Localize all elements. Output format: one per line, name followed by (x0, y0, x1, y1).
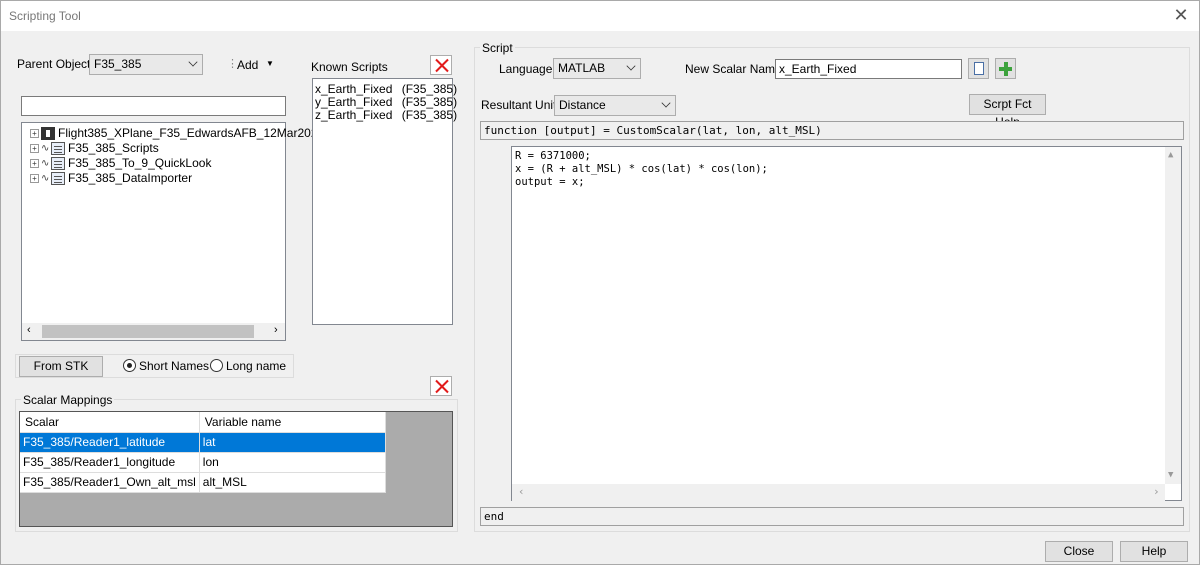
scripting-tool-window: Scripting Tool ✕ Parent Object F35_385 ⋮… (0, 0, 1200, 565)
tree-item-dataimporter[interactable]: + ∿ F35_385_DataImporter (30, 171, 192, 186)
scalar-mappings-table: Scalar Variable name F35_385/Reader1_lat… (20, 412, 386, 493)
delete-script-button[interactable] (430, 55, 452, 75)
known-scripts-title: Known Scripts (311, 60, 388, 74)
expand-icon[interactable]: + (30, 174, 39, 184)
scrollbar-thumb[interactable] (42, 325, 254, 338)
aircraft-icon (41, 127, 55, 141)
window-close-icon[interactable]: ✕ (1169, 4, 1193, 28)
chevron-down-icon (188, 57, 198, 67)
scroll-right-icon[interactable]: › (274, 324, 278, 336)
from-stk-button[interactable]: From STK (19, 356, 103, 377)
script-group-title: Script (480, 41, 515, 55)
scroll-right-icon[interactable]: › (1153, 485, 1160, 498)
code-line: output = x; (515, 176, 585, 188)
table-row[interactable]: F35_385/Reader1_Own_alt_msl alt_MSL (20, 472, 386, 493)
list-item[interactable]: x_Earth_Fixed (F35_385) (315, 82, 457, 96)
script-owner: (F35_385) (401, 108, 458, 122)
script-owner: (F35_385) (401, 82, 458, 96)
code-vertical-scrollbar[interactable]: ▲ ▼ (1165, 147, 1181, 484)
language-label: Language (499, 62, 553, 76)
waveform-icon: ∿ (41, 173, 50, 185)
function-signature: function [output] = CustomScalar(lat, lo… (480, 121, 1184, 140)
scroll-up-icon[interactable]: ▲ (1168, 149, 1173, 162)
tree-item-scripts[interactable]: + ∿ F35_385_Scripts (30, 141, 159, 156)
tree-horizontal-scrollbar[interactable]: ‹ › (22, 323, 285, 340)
waveform-icon: ∿ (41, 158, 50, 170)
short-names-label: Short Names (139, 359, 210, 373)
caret-down-icon: ▼ (266, 59, 274, 68)
object-tree[interactable]: + Flight385_XPlane_F35_EdwardsAFB_12Mar20… (21, 122, 334, 341)
help-button[interactable]: Help (1120, 541, 1188, 562)
script-icon (51, 172, 65, 186)
script-icon (51, 142, 65, 156)
column-header-variable[interactable]: Variable name (199, 412, 386, 433)
table-row[interactable]: F35_385/Reader1_latitude lat (20, 432, 386, 453)
add-script-button[interactable] (995, 58, 1016, 79)
language-value: MATLAB (558, 61, 606, 75)
long-name-label: Long name (226, 359, 287, 373)
function-end: end (480, 507, 1184, 526)
new-scalar-name-input[interactable]: x_Earth_Fixed (775, 59, 962, 79)
code-horizontal-scrollbar[interactable]: ‹ › (512, 484, 1165, 501)
code-line: R = 6371000; (515, 150, 591, 162)
variable-cell[interactable]: lon (199, 452, 386, 473)
add-dropdown-button[interactable]: ⋮ Add ▼ (225, 54, 277, 76)
scalar-mappings-grid[interactable]: Scalar Variable name F35_385/Reader1_lat… (19, 411, 453, 527)
tree-item-label: Flight385_XPlane_F35_EdwardsAFB_12Mar202… (58, 126, 334, 140)
script-code-editor[interactable]: R = 6371000; x = (R + alt_MSL) * cos(lat… (511, 146, 1182, 501)
scalar-mappings-title: Scalar Mappings (21, 393, 115, 407)
scroll-left-icon[interactable]: ‹ (27, 324, 31, 336)
parent-object-label: Parent Object (17, 57, 91, 71)
plus-icon-vertical (1004, 62, 1008, 76)
resultant-unit-combo[interactable]: Distance (554, 95, 676, 116)
known-scripts-list[interactable]: x_Earth_Fixed (F35_385) y_Earth_Fixed (F… (312, 78, 457, 325)
variable-cell[interactable]: alt_MSL (199, 472, 386, 493)
new-scalar-name-label: New Scalar Name (685, 62, 782, 76)
column-header-scalar[interactable]: Scalar (20, 412, 200, 433)
waveform-icon: ∿ (41, 143, 50, 155)
long-name-radio[interactable] (210, 359, 223, 372)
tree-item-flight[interactable]: + Flight385_XPlane_F35_EdwardsAFB_12Mar20… (30, 126, 334, 141)
scalar-cell[interactable]: F35_385/Reader1_Own_alt_msl (20, 472, 200, 493)
expand-icon[interactable]: + (30, 129, 39, 139)
script-function-help-button[interactable]: Scrpt Fct Help (969, 94, 1046, 129)
chevron-down-icon (661, 98, 671, 108)
script-name: x_Earth_Fixed (315, 82, 393, 96)
scalar-cell[interactable]: F35_385/Reader1_latitude (20, 432, 200, 453)
tree-item-label: F35_385_DataImporter (68, 171, 193, 185)
tree-item-label: F35_385_Scripts (68, 141, 159, 155)
close-button[interactable]: Close (1045, 541, 1113, 562)
list-item[interactable]: y_Earth_Fixed (F35_385) (315, 95, 457, 109)
parent-object-combo[interactable]: F35_385 (89, 54, 203, 75)
scroll-left-icon[interactable]: ‹ (518, 485, 525, 498)
object-search-input[interactable] (21, 96, 286, 116)
tree-item-label: F35_385_To_9_QuickLook (68, 156, 212, 170)
code-line: x = (R + alt_MSL) * cos(lat) * cos(lon); (515, 163, 768, 175)
chevron-down-icon (626, 61, 636, 71)
scalar-cell[interactable]: F35_385/Reader1_longitude (20, 452, 200, 473)
resultant-unit-label: Resultant Unit (481, 98, 557, 112)
new-script-button[interactable] (968, 58, 989, 79)
delete-mapping-button[interactable] (430, 376, 452, 396)
table-row[interactable]: F35_385/Reader1_longitude lon (20, 452, 386, 473)
language-combo[interactable]: MATLAB (553, 58, 641, 79)
table-header-row: Scalar Variable name (20, 412, 386, 433)
expand-icon[interactable]: + (30, 159, 39, 169)
scroll-down-icon[interactable]: ▼ (1168, 469, 1173, 482)
variable-cell[interactable]: lat (199, 432, 386, 453)
new-document-icon (974, 62, 984, 75)
expand-icon[interactable]: + (30, 144, 39, 154)
window-title: Scripting Tool (9, 9, 81, 23)
short-names-radio[interactable] (123, 359, 136, 372)
script-icon (51, 157, 65, 171)
script-name: y_Earth_Fixed (315, 95, 393, 109)
parent-object-value: F35_385 (94, 57, 142, 71)
script-owner: (F35_385) (401, 95, 458, 109)
script-name: z_Earth_Fixed (315, 108, 393, 122)
resultant-unit-value: Distance (559, 98, 606, 112)
tree-item-quicklook[interactable]: + ∿ F35_385_To_9_QuickLook (30, 156, 211, 171)
list-item[interactable]: z_Earth_Fixed (F35_385) (315, 108, 457, 122)
title-bar: Scripting Tool ✕ (1, 1, 1199, 31)
add-label: Add (237, 58, 259, 72)
